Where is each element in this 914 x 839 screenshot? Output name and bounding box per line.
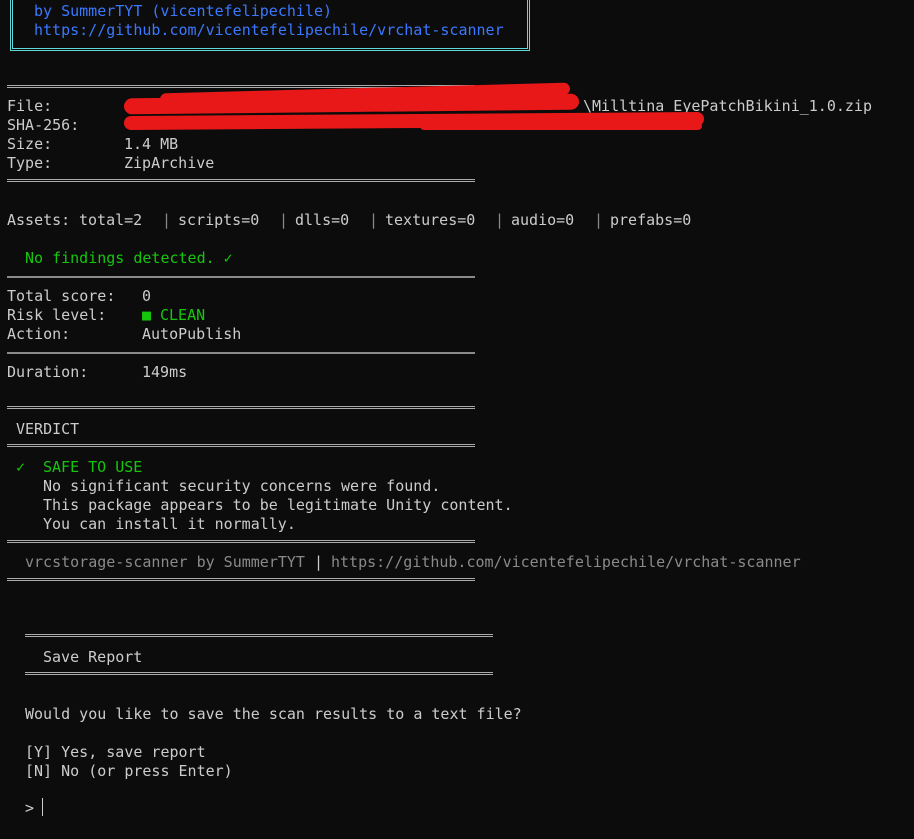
option-yes[interactable]: [Y] Yes, save report [25, 743, 206, 762]
prompt-symbol: > [25, 799, 35, 817]
size-value: 1.4 MB [124, 135, 179, 153]
score-rule [7, 352, 475, 354]
total-score-value: 0 [142, 287, 152, 305]
asset-audio: audio=0 [511, 211, 575, 229]
risk-level-value: CLEAN [160, 306, 206, 324]
footer-tool-name: vrcstorage-scanner by SummerTYT [25, 553, 305, 571]
save-report-bottom-rule [25, 672, 493, 675]
text-cursor[interactable] [42, 798, 43, 816]
findings-status: No findings detected. ✓ [25, 249, 233, 267]
save-report-heading: Save Report [43, 648, 143, 666]
save-report-question: Would you like to save the scan results … [25, 705, 522, 723]
verdict-top-rule [7, 406, 475, 409]
action-label: Action: [7, 325, 71, 343]
file-label: File: [7, 97, 53, 115]
total-score-label: Total score: [7, 287, 116, 305]
verdict-title: SAFE TO USE [43, 458, 143, 476]
assets-separator: | [495, 211, 505, 229]
duration-label: Duration: [7, 363, 89, 381]
asset-prefabs: prefabs=0 [610, 211, 692, 229]
duration-value: 149ms [142, 363, 188, 381]
type-label: Type: [7, 154, 53, 172]
type-value: ZipArchive [124, 154, 215, 172]
footer-separator: | [314, 553, 324, 571]
verdict-heading-rule [7, 444, 475, 447]
file-info-bottom-rule [7, 179, 475, 182]
findings-rule [7, 276, 475, 278]
redaction-mark [420, 122, 702, 130]
footer-top-rule [7, 540, 475, 543]
banner-author: by SummerTYT (vicentefelipechile) [34, 2, 333, 20]
size-label: Size: [7, 135, 53, 153]
verdict-line: This package appears to be legitimate Un… [43, 496, 513, 514]
verdict-line: No significant security concerns were fo… [43, 477, 441, 495]
asset-total: total=2 [79, 211, 143, 229]
footer-bottom-rule [7, 578, 475, 581]
risk-level-label: Risk level: [7, 306, 107, 324]
assets-separator: | [162, 211, 172, 229]
assets-separator: | [594, 211, 604, 229]
action-value: AutoPublish [142, 325, 242, 343]
assets-separator: | [369, 211, 379, 229]
check-icon: ✓ [16, 458, 26, 476]
assets-separator: | [279, 211, 289, 229]
banner-repo-url: https://github.com/vicentefelipechile/vr… [34, 21, 504, 39]
assets-label: Assets: [7, 211, 71, 229]
option-no[interactable]: [N] No (or press Enter) [25, 762, 233, 781]
asset-dlls: dlls=0 [295, 211, 350, 229]
sha-label: SHA-256: [7, 116, 80, 134]
footer-url: https://github.com/vicentefelipechile/vr… [331, 553, 801, 571]
asset-textures: textures=0 [385, 211, 476, 229]
save-report-top-rule [25, 634, 493, 637]
asset-scripts: scripts=0 [178, 211, 260, 229]
verdict-line: You can install it normally. [43, 515, 296, 533]
risk-square-icon: ■ [142, 306, 152, 324]
verdict-heading: VERDICT [16, 420, 80, 438]
